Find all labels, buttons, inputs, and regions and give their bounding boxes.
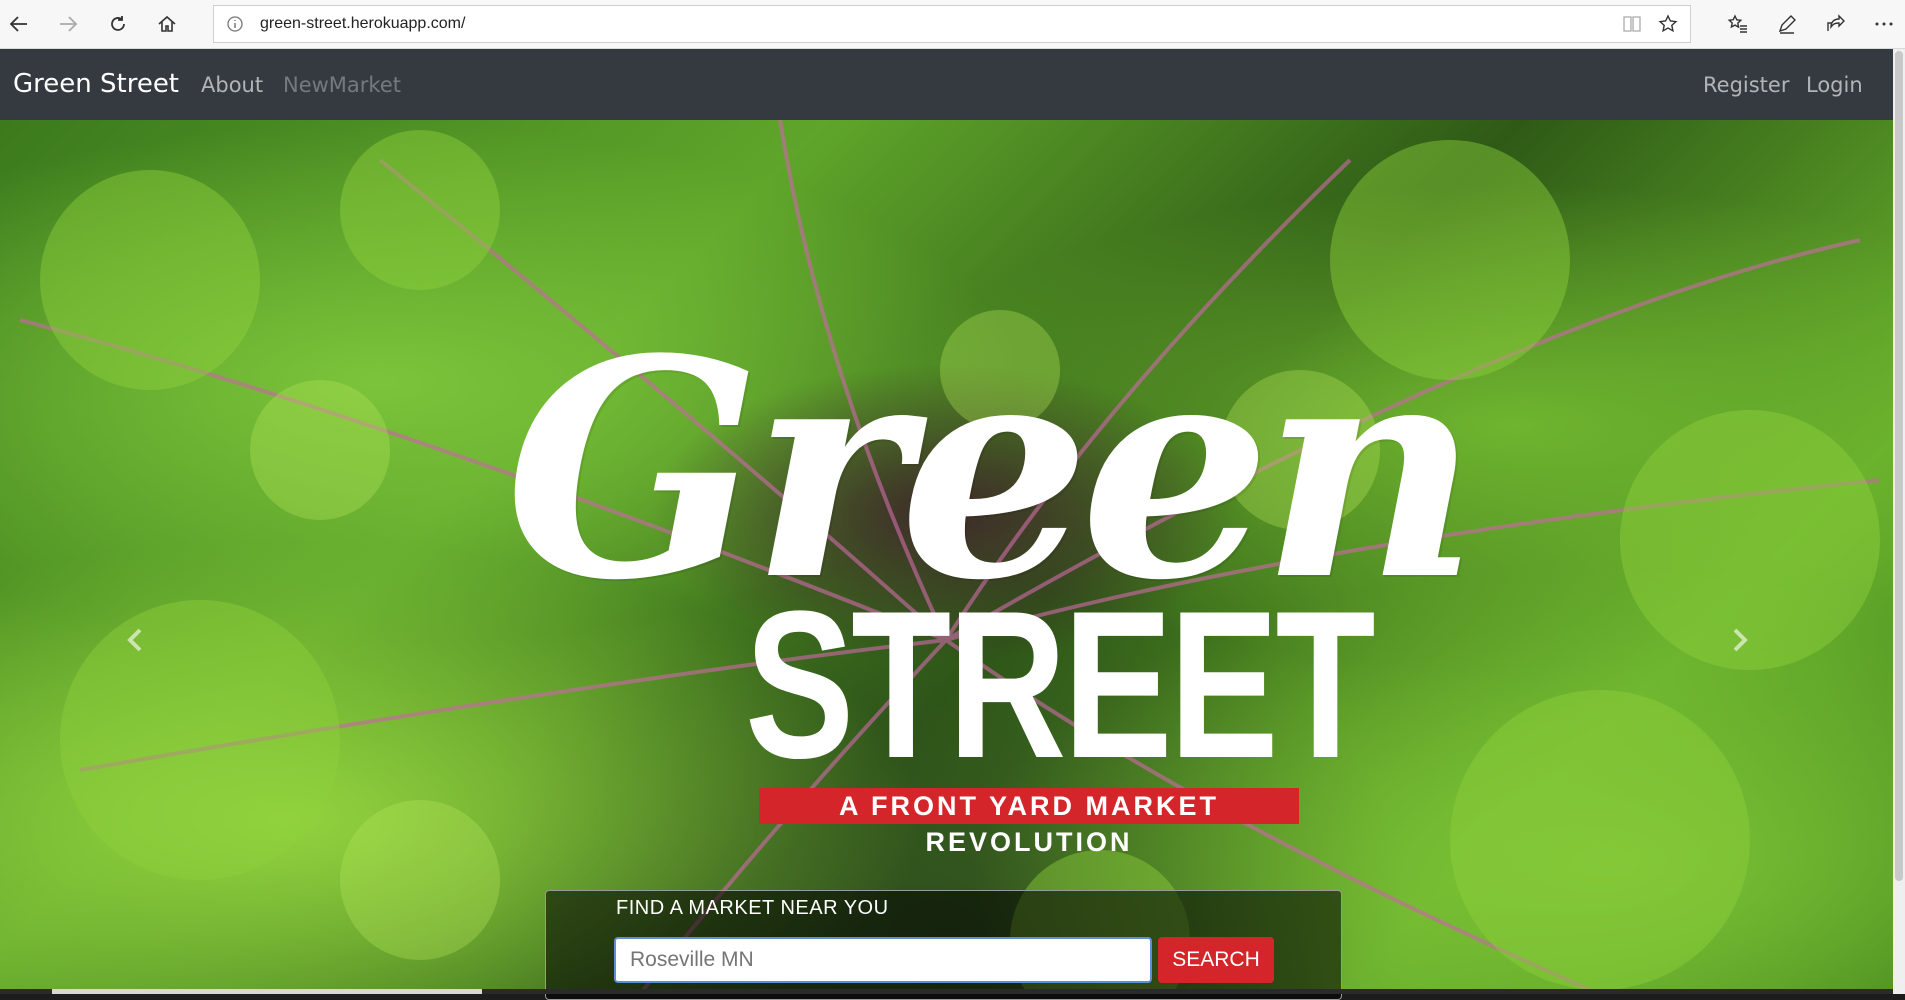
market-search-panel: FIND A MARKET NEAR YOU SEARCH [545, 890, 1342, 1000]
location-search-input[interactable] [614, 937, 1152, 983]
vertical-scrollbar[interactable] [1893, 49, 1905, 994]
scrollbar-thumb[interactable] [1895, 51, 1903, 881]
info-icon[interactable] [226, 15, 244, 37]
forward-arrow-icon[interactable] [53, 9, 83, 39]
browser-toolbar: green-street.herokuapp.com/ [0, 0, 1905, 49]
search-label: FIND A MARKET NEAR YOU [616, 897, 889, 919]
favorites-list-icon[interactable] [1723, 9, 1753, 39]
horizontal-scrollbar-thumb[interactable] [52, 989, 482, 994]
nav-link-about[interactable]: About [201, 73, 263, 97]
carousel-next-button[interactable] [1720, 620, 1760, 660]
nav-link-newmarket[interactable]: NewMarket [283, 73, 401, 97]
brand-link[interactable]: Green Street [13, 69, 179, 99]
search-button[interactable]: SEARCH [1158, 937, 1274, 983]
share-icon[interactable] [1821, 9, 1851, 39]
refresh-icon[interactable] [103, 9, 133, 39]
url-text[interactable]: green-street.herokuapp.com/ [260, 15, 465, 33]
carousel-prev-button[interactable] [115, 620, 155, 660]
nav-link-register[interactable]: Register [1703, 73, 1789, 97]
more-icon[interactable] [1869, 9, 1899, 39]
logo-street-text: STREET [745, 567, 1376, 802]
back-arrow-icon[interactable] [4, 9, 34, 39]
site-navbar: Green Street About NewMarket Register Lo… [0, 49, 1893, 120]
hero-carousel: Green STREET A FRONT YARD MARKET REVOLUT… [0, 120, 1893, 994]
address-bar[interactable]: green-street.herokuapp.com/ [213, 5, 1691, 43]
star-icon[interactable] [1658, 14, 1678, 38]
nav-link-login[interactable]: Login [1806, 73, 1863, 97]
tagline-banner: A FRONT YARD MARKET REVOLUTION [759, 788, 1299, 857]
horizontal-scrollbar[interactable] [0, 989, 1893, 994]
chevron-right-icon [1733, 628, 1748, 652]
chevron-left-icon [127, 628, 142, 652]
reading-view-icon[interactable] [1622, 15, 1642, 37]
home-icon[interactable] [152, 9, 182, 39]
pen-icon[interactable] [1772, 9, 1802, 39]
